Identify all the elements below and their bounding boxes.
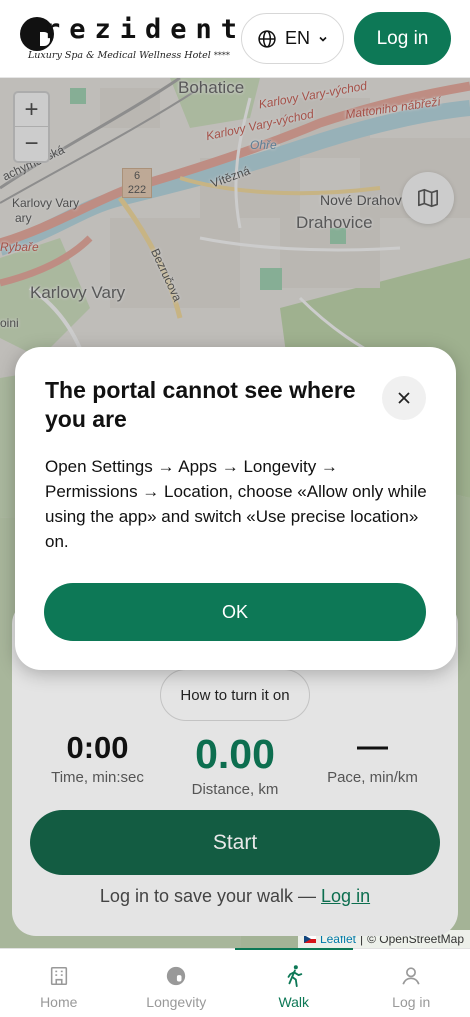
dialog-body: Open Settings → Apps → Longevity → Permi… <box>45 457 427 551</box>
logo-wordmark: rezident <box>44 14 247 45</box>
location-permission-dialog: The portal cannot see where you are Open… <box>15 347 456 670</box>
language-selector[interactable]: EN <box>241 13 344 64</box>
logo-stars: **** <box>213 51 230 60</box>
close-icon <box>398 392 410 404</box>
nav-label-login: Log in <box>392 994 431 1010</box>
user-icon <box>400 963 422 989</box>
nav-label-longevity: Longevity <box>146 994 207 1010</box>
nav-item-home[interactable]: Home <box>0 949 118 1017</box>
distance-label: Distance, km <box>191 781 279 798</box>
ukraine-flag-icon <box>303 935 316 943</box>
pace-label: Pace, min/km <box>327 769 418 786</box>
nav-label-home: Home <box>40 994 78 1010</box>
logo-tagline: Luxury Spa & Medical Wellness Hotel **** <box>28 50 230 61</box>
prezident-logo[interactable]: rezident Luxury Spa & Medical Wellness H… <box>20 14 237 65</box>
nav-item-walk[interactable]: Walk <box>235 948 353 1017</box>
language-code: EN <box>284 28 310 48</box>
nav-item-login[interactable]: Log in <box>353 949 470 1017</box>
app-header: rezident Luxury Spa & Medical Wellness H… <box>0 0 470 78</box>
save-walk-prompt: Log in to save your walk — Log in <box>0 886 470 907</box>
nav-label-walk: Walk <box>278 994 310 1010</box>
distance-value: 0.00 <box>195 731 275 777</box>
header-login-button[interactable]: Log in <box>354 12 451 65</box>
dialog-close-button[interactable] <box>382 376 426 420</box>
time-value: 0:00 <box>66 730 129 765</box>
globe-icon <box>258 29 276 48</box>
bottom-navigation: Home Longevity Walk Log in <box>0 948 470 1017</box>
walk-icon <box>283 963 305 989</box>
home-icon <box>48 963 70 989</box>
dialog-ok-button[interactable]: OK <box>44 583 426 641</box>
chevron-down-icon <box>319 36 327 42</box>
pace-value: — <box>357 728 388 763</box>
save-walk-login-link[interactable]: Log in <box>321 886 370 906</box>
logo-tagline-text: Luxury Spa & Medical Wellness Hotel <box>28 50 211 61</box>
start-button[interactable]: Start <box>30 810 440 875</box>
time-label: Time, min:sec <box>51 769 144 786</box>
how-to-turn-on-button[interactable]: How to turn it on <box>160 669 310 721</box>
save-walk-text: Log in to save your walk — <box>99 886 322 906</box>
dialog-title: The portal cannot see where you are <box>45 377 356 432</box>
nav-item-longevity[interactable]: Longevity <box>118 949 236 1017</box>
longevity-icon <box>165 963 187 989</box>
